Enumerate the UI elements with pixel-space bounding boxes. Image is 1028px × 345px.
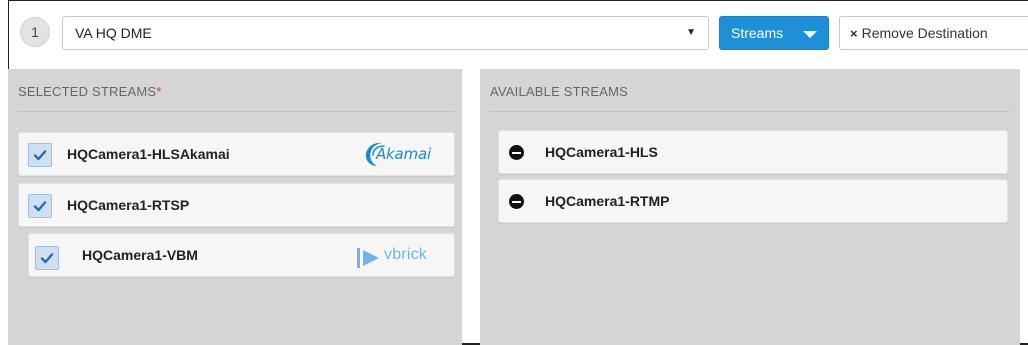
streams-dropdown-button[interactable]: Streams — [719, 16, 829, 50]
stream-name: HQCamera1-HLS — [545, 144, 658, 160]
checkmark-icon — [40, 253, 54, 264]
required-mark: * — [156, 84, 162, 99]
available-streams-panel: AVAILABLE STREAMS HQCamera1-HLS HQCamera… — [480, 69, 1020, 345]
stream-checkbox[interactable] — [28, 194, 52, 218]
selected-stream-item[interactable]: HQCamera1-VBM vbrick — [28, 233, 455, 277]
select-caret-icon: ▼ — [686, 27, 696, 38]
available-stream-item[interactable]: HQCamera1-RTMP — [498, 179, 1008, 223]
stream-name: HQCamera1-RTSP — [67, 197, 190, 213]
minus-circle-icon[interactable] — [509, 145, 524, 160]
remove-destination-button[interactable]: × Remove Destination — [839, 16, 1028, 50]
akamai-logo: Akamai — [360, 139, 444, 169]
selected-streams-panel: SELECTED STREAMS* HQCamera1-HLSAkamai Ak… — [8, 69, 462, 345]
checkmark-icon — [33, 201, 47, 212]
stream-name: HQCamera1-RTMP — [545, 193, 670, 209]
destination-row: 1 VA HQ DME ▼ Streams × Remove Destinatio… — [9, 1, 1028, 67]
destination-index-badge: 1 — [20, 17, 50, 47]
close-icon: × — [850, 26, 858, 41]
available-streams-title: AVAILABLE STREAMS — [490, 84, 629, 99]
panel-divider — [18, 111, 454, 112]
selected-streams-title: SELECTED STREAMS* — [18, 84, 162, 99]
vbrick-logo-text: vbrick — [384, 246, 427, 263]
remove-destination-label: Remove Destination — [861, 25, 988, 41]
selected-stream-item[interactable]: HQCamera1-HLSAkamai Akamai — [18, 132, 455, 176]
stream-name: HQCamera1-VBM — [82, 247, 198, 263]
streams-button-label: Streams — [731, 25, 784, 41]
stream-checkbox[interactable] — [35, 246, 59, 270]
selected-streams-title-text: SELECTED STREAMS — [18, 84, 157, 99]
minus-circle-icon[interactable] — [509, 194, 524, 209]
stream-checkbox[interactable] — [28, 143, 52, 167]
destination-select[interactable]: VA HQ DME ▼ — [62, 16, 709, 50]
checkmark-icon — [33, 150, 47, 161]
dropdown-caret-icon — [803, 31, 817, 38]
available-stream-item[interactable]: HQCamera1-HLS — [498, 130, 1008, 174]
vbrick-logo: vbrick — [356, 244, 444, 270]
akamai-logo-text: Akamai — [376, 145, 431, 163]
selected-stream-item[interactable]: HQCamera1-RTSP — [18, 183, 455, 227]
panel-divider — [490, 111, 1010, 112]
destination-select-value: VA HQ DME — [75, 25, 152, 41]
stream-name: HQCamera1-HLSAkamai — [67, 146, 230, 162]
